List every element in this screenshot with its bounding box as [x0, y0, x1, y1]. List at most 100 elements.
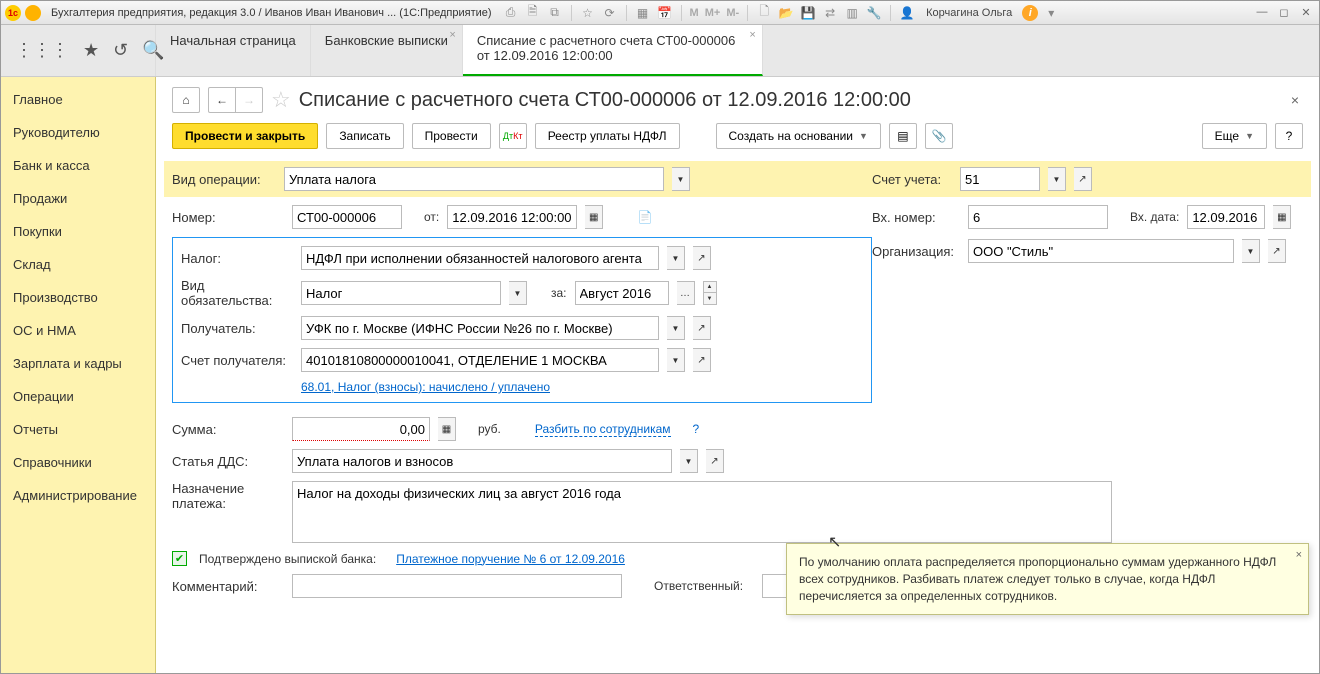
- dtkt-button[interactable]: ДтКт: [499, 123, 527, 149]
- calendar-icon[interactable]: ▦: [1273, 205, 1291, 229]
- sidebar-item[interactable]: Производство: [1, 281, 155, 314]
- calc-icon[interactable]: ▦: [634, 4, 652, 22]
- sidebar-item[interactable]: Отчеты: [1, 413, 155, 446]
- sidebar-item[interactable]: Главное: [1, 83, 155, 116]
- m-minus-icon[interactable]: M-: [726, 7, 739, 19]
- minimize-icon[interactable]: —: [1253, 6, 1271, 20]
- report-button[interactable]: ▤: [889, 123, 917, 149]
- obligation-input[interactable]: [301, 281, 501, 305]
- tab-close-icon[interactable]: ×: [449, 29, 455, 41]
- tab-start[interactable]: Начальная страница: [156, 25, 311, 76]
- dds-input[interactable]: [292, 449, 672, 473]
- payment-order-link[interactable]: Платежное поручение № 6 от 12.09.2016: [396, 552, 625, 566]
- open-icon[interactable]: 📂: [777, 4, 795, 22]
- op-type-input[interactable]: [284, 167, 664, 191]
- open-icon[interactable]: ↗: [693, 246, 711, 270]
- compare-icon[interactable]: ⇄: [821, 4, 839, 22]
- post-close-button[interactable]: Провести и закрыть: [172, 123, 318, 149]
- tax-link[interactable]: 68.01, Налог (взносы): начислено / уплач…: [301, 380, 550, 394]
- star-icon[interactable]: ☆: [579, 4, 597, 22]
- dropdown-icon[interactable]: ▼: [667, 348, 685, 372]
- split-link[interactable]: Разбить по сотрудникам: [535, 422, 671, 437]
- period-input[interactable]: [575, 281, 669, 305]
- info-icon[interactable]: i: [1022, 5, 1038, 21]
- dropdown-icon[interactable]: ▼: [667, 316, 685, 340]
- doc-icon[interactable]: 🗎: [524, 4, 542, 22]
- dropdown-icon[interactable]: ▼: [672, 167, 690, 191]
- tooltip-close-icon[interactable]: ×: [1296, 548, 1302, 563]
- more-button[interactable]: Еще▼: [1202, 123, 1267, 149]
- comment-label: Комментарий:: [172, 579, 284, 594]
- info-dd-icon[interactable]: ▾: [1042, 4, 1060, 22]
- maximize-icon[interactable]: ◻: [1275, 6, 1293, 20]
- new-doc-icon[interactable]: 🗋: [755, 4, 773, 22]
- back-circle-icon[interactable]: [25, 5, 41, 21]
- split-help-icon[interactable]: ?: [693, 422, 700, 436]
- save-button[interactable]: Записать: [326, 123, 403, 149]
- ndfl-registry-button[interactable]: Реестр уплаты НДФЛ: [535, 123, 680, 149]
- sidebar-item[interactable]: Продажи: [1, 182, 155, 215]
- in-date-input[interactable]: [1187, 205, 1265, 229]
- sidebar-item[interactable]: Зарплата и кадры: [1, 347, 155, 380]
- tax-input[interactable]: [301, 246, 659, 270]
- save-icon[interactable]: 💾: [799, 4, 817, 22]
- sidebar-item[interactable]: Банк и касса: [1, 149, 155, 182]
- tab-bank[interactable]: Банковские выписки×: [311, 25, 463, 76]
- recipient-acc-input[interactable]: [301, 348, 659, 372]
- in-number-input[interactable]: [968, 205, 1108, 229]
- open-icon[interactable]: ↗: [693, 316, 711, 340]
- sidebar-item[interactable]: Операции: [1, 380, 155, 413]
- sum-input[interactable]: [292, 417, 430, 441]
- purpose-input[interactable]: Налог на доходы физических лиц за август…: [292, 481, 1112, 543]
- date-input[interactable]: [447, 205, 577, 229]
- create-based-button[interactable]: Создать на основании▼: [716, 123, 881, 149]
- history-tab-icon[interactable]: ↺: [113, 40, 128, 61]
- attach-button[interactable]: 📎: [925, 123, 953, 149]
- comment-input[interactable]: [292, 574, 622, 598]
- recipient-input[interactable]: [301, 316, 659, 340]
- open-icon[interactable]: ↗: [693, 348, 711, 372]
- print-icon[interactable]: ⎙: [502, 4, 520, 22]
- number-input[interactable]: [292, 205, 402, 229]
- dropdown-icon[interactable]: ▼: [667, 246, 685, 270]
- tab-document[interactable]: Списание с расчетного счета СТ00-000006 …: [463, 25, 763, 76]
- post-button[interactable]: Провести: [412, 123, 491, 149]
- m-icon[interactable]: M: [690, 7, 699, 19]
- fav-icon[interactable]: ★: [83, 40, 99, 61]
- home-button[interactable]: ⌂: [172, 87, 200, 113]
- open-icon[interactable]: ↗: [706, 449, 724, 473]
- dropdown-icon[interactable]: ▼: [680, 449, 698, 473]
- close-page-icon[interactable]: ×: [1287, 88, 1303, 112]
- tab-close-icon[interactable]: ×: [749, 29, 755, 41]
- open-icon[interactable]: ↗: [1268, 239, 1286, 263]
- sidebar-item[interactable]: Склад: [1, 248, 155, 281]
- apps-icon[interactable]: ⋮⋮⋮: [15, 40, 69, 61]
- m-plus-icon[interactable]: M+: [705, 7, 721, 19]
- ellipsis-icon[interactable]: …: [677, 281, 695, 305]
- layout-icon[interactable]: ▥: [843, 4, 861, 22]
- calc-icon[interactable]: ▦: [438, 417, 456, 441]
- tools-icon[interactable]: 🔧: [865, 4, 883, 22]
- confirmed-checkbox[interactable]: ✔: [172, 551, 187, 566]
- org-input[interactable]: [968, 239, 1234, 263]
- sidebar-item[interactable]: Администрирование: [1, 479, 155, 512]
- calendar-icon[interactable]: 📅: [656, 4, 674, 22]
- close-window-icon[interactable]: ✕: [1297, 6, 1315, 20]
- sidebar-item[interactable]: ОС и НМА: [1, 314, 155, 347]
- sidebar-item[interactable]: Руководителю: [1, 116, 155, 149]
- nav-back-button[interactable]: ←: [208, 87, 236, 113]
- sidebar-item[interactable]: Покупки: [1, 215, 155, 248]
- sidebar-item[interactable]: Справочники: [1, 446, 155, 479]
- copy-icon[interactable]: ⧉: [546, 4, 564, 22]
- nav-forward-button[interactable]: →: [235, 87, 263, 113]
- account-input[interactable]: [960, 167, 1040, 191]
- help-button[interactable]: ?: [1275, 123, 1303, 149]
- calendar-icon[interactable]: ▦: [585, 205, 603, 229]
- history-icon[interactable]: ⟳: [601, 4, 619, 22]
- dropdown-icon[interactable]: ▼: [509, 281, 527, 305]
- dropdown-icon[interactable]: ▼: [1242, 239, 1260, 263]
- period-spinner[interactable]: ▲▼: [703, 281, 717, 305]
- open-icon[interactable]: ↗: [1074, 167, 1092, 191]
- favorite-star-icon[interactable]: ☆: [271, 87, 291, 113]
- dropdown-icon[interactable]: ▼: [1048, 167, 1066, 191]
